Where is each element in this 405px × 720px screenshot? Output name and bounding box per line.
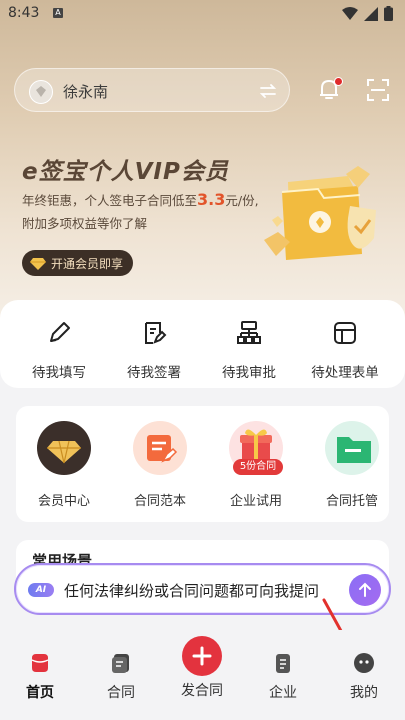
profile-face-icon — [354, 653, 374, 673]
vip-promo-suffix: 元/份, — [225, 193, 259, 208]
diamond-icon — [37, 421, 91, 475]
scan-icon[interactable] — [366, 78, 390, 102]
nav-label: 首页 — [26, 685, 54, 701]
contract-stack-icon — [112, 654, 129, 673]
wifi-icon — [342, 6, 358, 20]
template-doc-icon — [133, 421, 187, 475]
vip-promo-line: 年终钜惠，个人签电子合同低至3.3元/份, — [22, 190, 259, 209]
ai-input-placeholder: 任何法律纠纷或合同问题都可向我提问 — [64, 582, 320, 600]
nav-contracts[interactable]: 合同 — [91, 650, 151, 702]
approval-tree-icon — [237, 321, 261, 344]
arrow-up-icon — [359, 582, 371, 597]
account-switcher[interactable]: 徐永南 — [14, 68, 290, 112]
form-grid-icon — [334, 322, 356, 344]
nav-label: 企业 — [269, 685, 297, 701]
quick-actions-card: 待我填写 待我签署 待我审批 待处理表单 — [0, 300, 405, 388]
service-badge: 5份合同 — [233, 459, 283, 475]
quick-action-to-sign[interactable]: 待我签署 — [109, 320, 199, 381]
open-vip-label: 开通会员即享 — [51, 256, 124, 271]
vip-benefits-line: 附加多项权益等你了解 — [22, 216, 148, 231]
nav-profile[interactable]: 我的 — [334, 650, 394, 702]
folder-icon — [325, 421, 379, 475]
service-enterprise-trial[interactable]: 5份合同 企业试用 — [216, 421, 296, 509]
service-label: 会员中心 — [37, 494, 90, 509]
pen-icon — [50, 322, 70, 342]
quick-action-label: 待我审批 — [222, 365, 276, 381]
ai-tag: AI — [28, 583, 54, 597]
home-icon — [31, 654, 49, 672]
plus-icon — [182, 636, 222, 676]
status-time: 8:43 — [8, 5, 40, 21]
service-label: 合同托管 — [325, 494, 378, 509]
nav-label: 合同 — [107, 685, 135, 701]
status-bar: 8:43 A — [0, 0, 405, 28]
open-vip-button[interactable]: 开通会员即享 — [22, 250, 134, 276]
service-label: 企业试用 — [229, 494, 282, 509]
avatar — [29, 80, 53, 104]
vip-price: 3.3 — [197, 190, 226, 209]
swap-icon[interactable] — [259, 82, 277, 100]
quick-action-to-approve[interactable]: 待我审批 — [204, 320, 294, 381]
services-card: 会员中心 合同范本 5份合同 企业试用 合同托管 — [16, 406, 389, 522]
nav-home[interactable]: 首页 — [10, 650, 70, 702]
notification-button[interactable] — [318, 77, 343, 105]
vip-folder-illustration-icon — [264, 166, 376, 260]
service-member-center[interactable]: 会员中心 — [24, 421, 104, 509]
notification-badge-icon: A — [53, 8, 63, 18]
nav-label: 我的 — [350, 685, 378, 701]
sign-doc-icon — [145, 322, 167, 344]
vip-title: e签宝个人VIP会员 — [22, 159, 229, 185]
service-contract-custody[interactable]: 合同托管 — [312, 421, 389, 509]
service-contract-templates[interactable]: 合同范本 — [120, 421, 200, 509]
unread-dot — [334, 77, 343, 86]
signal-icon — [364, 6, 378, 21]
diamond-icon — [30, 257, 46, 270]
nav-label: 发合同 — [181, 683, 223, 699]
vip-promo-prefix: 年终钜惠，个人签电子合同低至 — [22, 193, 198, 208]
account-name: 徐永南 — [63, 83, 109, 101]
quick-action-label: 待我签署 — [127, 365, 181, 381]
system-icons — [342, 6, 393, 21]
avatar-diamond-icon — [36, 86, 46, 97]
nav-enterprise[interactable]: 企业 — [253, 650, 313, 702]
quick-action-label: 待我填写 — [32, 365, 86, 381]
quick-action-pending-forms[interactable]: 待处理表单 — [300, 320, 390, 381]
service-label: 合同范本 — [133, 494, 186, 509]
nav-send-contract[interactable]: 发合同 — [172, 636, 232, 700]
battery-icon — [384, 6, 393, 21]
quick-action-label: 待处理表单 — [311, 365, 379, 381]
quick-action-to-fill[interactable]: 待我填写 — [14, 320, 104, 381]
bottom-nav: 首页 合同 发合同 企业 我的 — [0, 630, 405, 720]
enterprise-icon — [276, 654, 290, 673]
